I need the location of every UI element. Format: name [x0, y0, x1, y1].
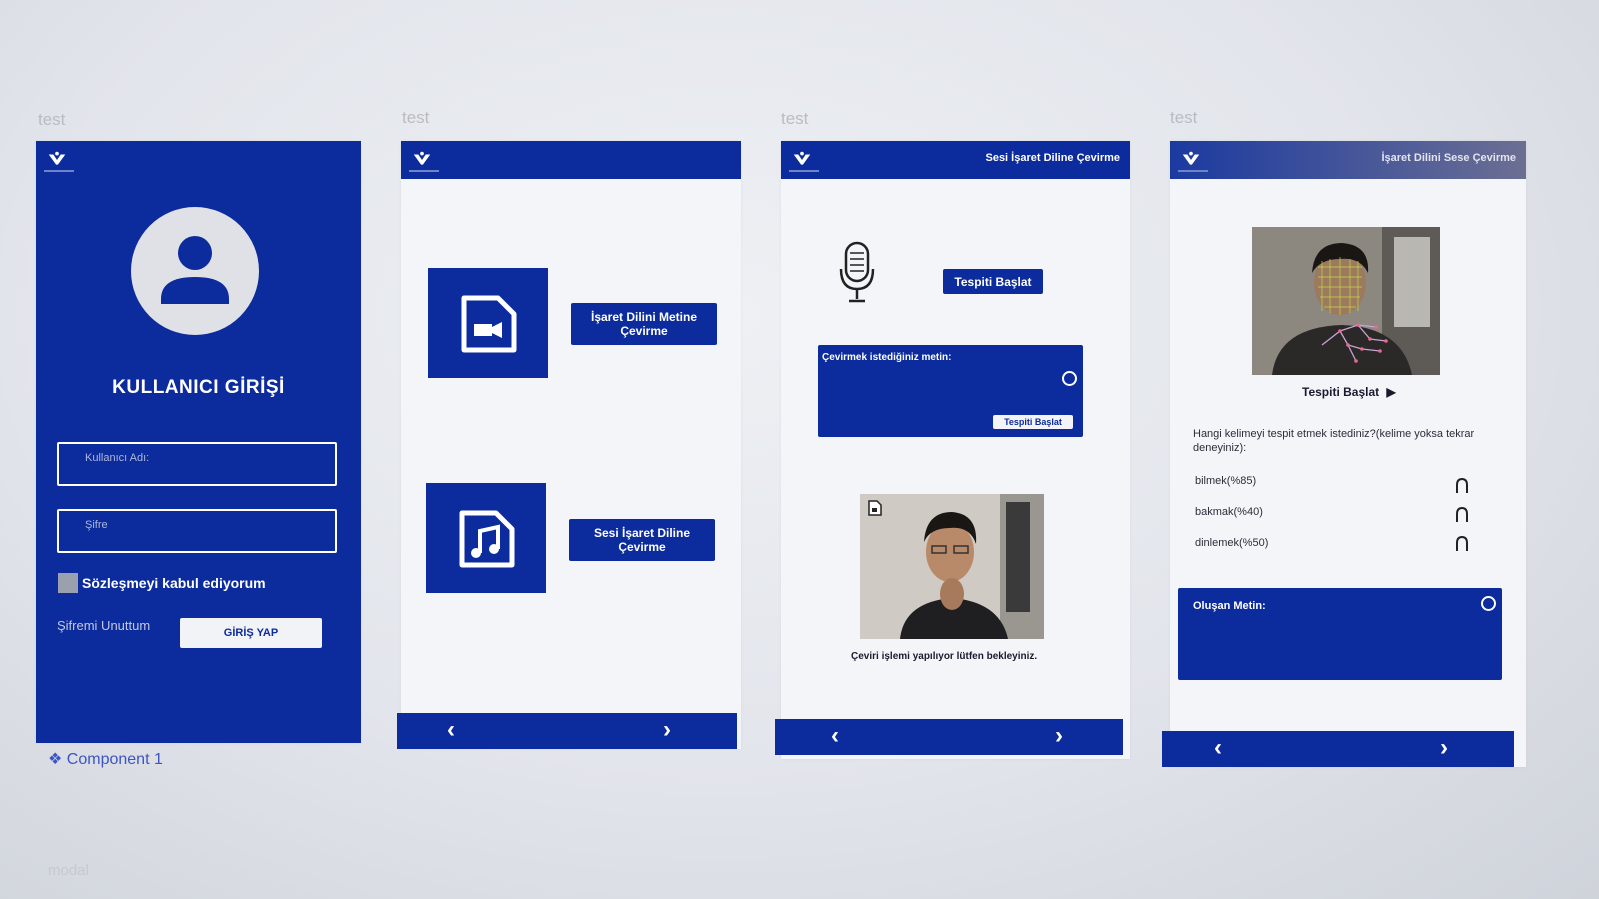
output-text-label: Oluşan Metin:	[1193, 600, 1266, 612]
frame-label: test	[402, 108, 430, 127]
agreement-label: Sözleşmeyi kabul ediyorum	[82, 575, 266, 591]
modal-label: modal	[48, 862, 89, 879]
login-frame: KULLANICI GİRİŞİ Kullanıcı Adı: Şifre Sö…	[36, 141, 361, 743]
word-option[interactable]: dinlemek(%50)	[1195, 537, 1268, 549]
speech-navbar: ‹ ›	[775, 719, 1123, 755]
sign-to-speech-frame: İşaret Dilini Sese Çevirme Tespiti Başla…	[1162, 141, 1526, 767]
start-detection-link[interactable]: Tespiti Başlat ▶	[1302, 385, 1396, 399]
start-detection-button[interactable]: Tespiti Başlat	[943, 269, 1043, 294]
text-input-label: Çevirmek istediğiniz metin:	[822, 352, 952, 363]
frame-label: test	[38, 110, 66, 129]
sign-navbar: ‹ ›	[1162, 731, 1514, 767]
frame-label: test	[781, 109, 809, 128]
home-navbar: ‹ ›	[397, 713, 737, 749]
music-file-icon	[459, 510, 515, 568]
nav-next-button[interactable]: ›	[1055, 723, 1063, 749]
forgot-password-link[interactable]: Şifremi Unuttum	[57, 618, 150, 633]
sign-to-text-tile[interactable]	[428, 268, 548, 378]
sign-header: İşaret Dilini Sese Çevirme	[1170, 141, 1526, 179]
play-icon: ▶	[1386, 385, 1396, 399]
text-input-box[interactable]: Çevirmek istediğiniz metin: Tespiti Başl…	[818, 345, 1083, 437]
start-detection-label: Tespiti Başlat	[1302, 385, 1380, 399]
username-placeholder: Kullanıcı Adı:	[85, 452, 150, 464]
sign-to-text-button[interactable]: İşaret Dilini Metine Çevirme	[571, 303, 717, 345]
processing-caption: Çeviri işlemi yapılıyor lütfen bekleyini…	[851, 651, 1038, 662]
logo-caption	[44, 170, 74, 172]
nav-next-button[interactable]: ›	[1440, 735, 1448, 761]
speech-to-sign-button[interactable]: Sesi İşaret Diline Çevirme	[569, 519, 715, 561]
record-indicator-icon	[1481, 596, 1496, 611]
camera-feed	[1252, 227, 1440, 375]
logo-caption	[409, 170, 439, 172]
speech-header: Sesi İşaret Diline Çevirme	[781, 141, 1130, 179]
headphones-icon[interactable]	[1455, 477, 1469, 494]
password-field[interactable]: Şifre	[57, 509, 337, 553]
video-preview	[860, 494, 1044, 639]
agreement-checkbox[interactable]	[58, 573, 78, 593]
username-field[interactable]: Kullanıcı Adı:	[57, 442, 337, 486]
avatar-icon	[131, 207, 259, 335]
inner-detection-button[interactable]: Tespiti Başlat	[993, 415, 1073, 429]
video-file-icon	[461, 295, 517, 353]
app-logo-icon	[48, 151, 66, 165]
speech-to-sign-tile[interactable]	[426, 483, 546, 593]
frame-label: test	[1170, 108, 1198, 127]
sign-header-title: İşaret Dilini Sese Çevirme	[1381, 152, 1516, 164]
design-canvas: { "frame_labels": ["test", "test", "test…	[0, 0, 1599, 899]
headphones-icon[interactable]	[1455, 506, 1469, 523]
word-option[interactable]: bakmak(%40)	[1195, 506, 1263, 518]
record-indicator-icon	[1062, 371, 1077, 386]
nav-prev-button[interactable]: ‹	[1214, 735, 1222, 761]
logo-caption	[789, 170, 819, 172]
document-icon	[868, 500, 882, 516]
app-logo-icon	[413, 151, 431, 165]
output-text-box[interactable]: Oluşan Metin:	[1178, 588, 1502, 680]
microphone-icon	[839, 241, 875, 303]
home-header	[401, 141, 741, 179]
password-placeholder: Şifre	[85, 519, 108, 531]
nav-prev-button[interactable]: ‹	[831, 723, 839, 749]
speech-header-title: Sesi İşaret Diline Çevirme	[985, 152, 1120, 164]
app-logo-icon	[793, 151, 811, 165]
detection-question: Hangi kelimeyi tespit etmek istediniz?(k…	[1193, 428, 1475, 454]
logo-caption	[1178, 170, 1208, 172]
headphones-icon[interactable]	[1455, 535, 1469, 552]
speech-to-sign-frame: Sesi İşaret Diline Çevirme Tespiti Başla…	[775, 141, 1130, 759]
app-logo-icon	[1182, 151, 1200, 165]
nav-prev-button[interactable]: ‹	[447, 717, 455, 743]
login-title: KULLANICI GİRİŞİ	[112, 377, 285, 398]
component-label: ❖ Component 1	[48, 751, 163, 768]
home-frame: İşaret Dilini Metine Çevirme Sesi İşaret…	[397, 141, 741, 749]
login-button[interactable]: GİRİŞ YAP	[180, 618, 322, 648]
nav-next-button[interactable]: ›	[663, 717, 671, 743]
word-option[interactable]: bilmek(%85)	[1195, 475, 1256, 487]
